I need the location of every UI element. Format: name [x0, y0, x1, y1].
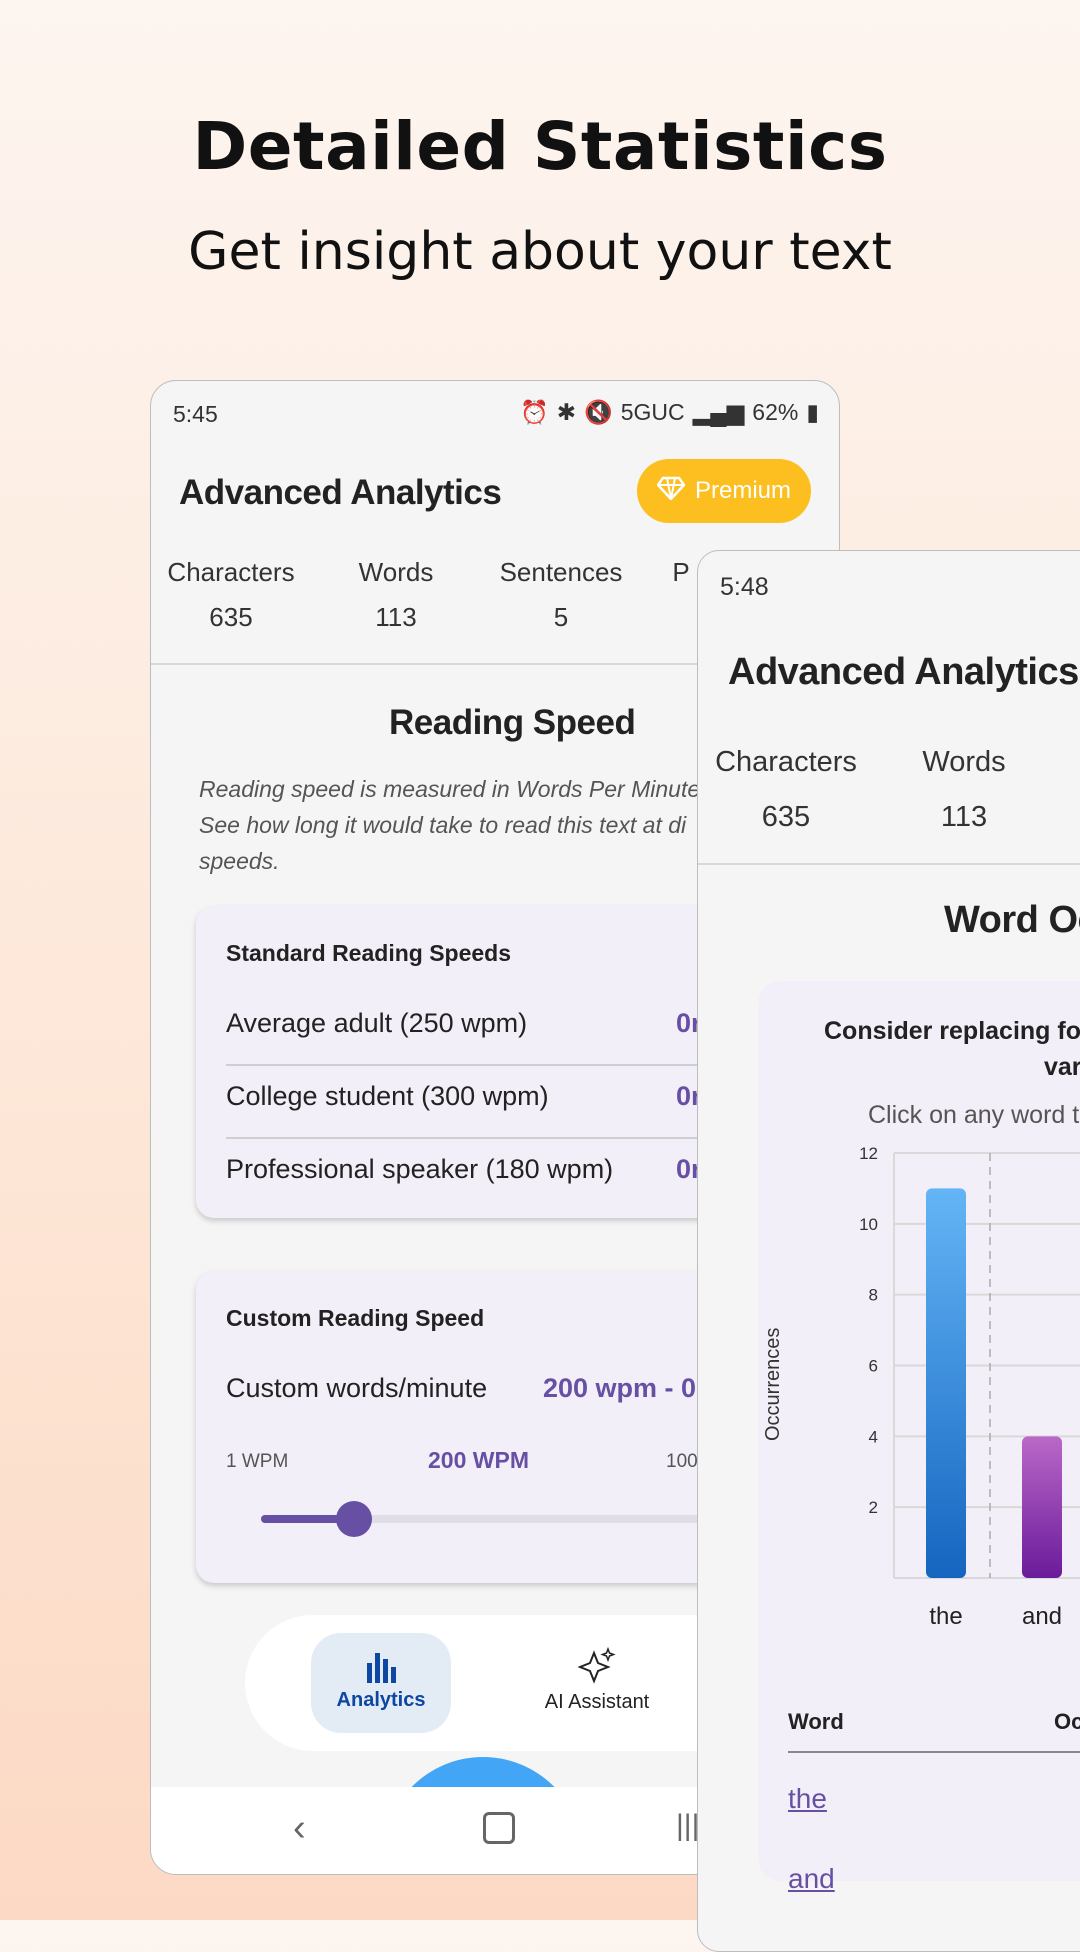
speed-label: Average adult (250 wpm): [226, 1008, 528, 1038]
battery-label: 62%: [752, 399, 799, 425]
nav-label: AI Assistant: [544, 1691, 650, 1713]
stat-value: 635: [761, 801, 811, 833]
app-title: Advanced Analytics: [179, 473, 502, 512]
app-title: Advanced Analytics: [728, 651, 1079, 693]
status-time: 5:45: [173, 401, 218, 427]
premium-label: Premium: [694, 477, 791, 504]
stat-label: Sentences: [499, 557, 623, 587]
recents-icon[interactable]: |||: [676, 1809, 699, 1843]
stat-words: Words 113: [311, 557, 481, 633]
status-time: 5:48: [720, 573, 769, 601]
phone-screen-word-occurrences: 5:48 Advanced Analytics Characters 635 W…: [697, 550, 1080, 1952]
card-title: Custom Reading Speed: [226, 1305, 485, 1331]
section-title: Word Oc: [944, 899, 1080, 941]
sparkles-icon: [527, 1646, 667, 1691]
y-tick-label: 2: [869, 1498, 878, 1517]
reading-speed-description: Reading speed is measured in Words Per M…: [199, 776, 707, 874]
word-link-and[interactable]: and: [788, 1863, 835, 1895]
custom-speed-value: 200 wpm - 0r: [543, 1373, 707, 1403]
x-tick-label: the: [929, 1603, 962, 1630]
word-occurrence-chart: 2 4 6 8 10 12 the and: [859, 1144, 1080, 1630]
slider-current-label: 200 WPM: [428, 1447, 529, 1473]
stats-row: Characters 635 Words 113 Sentences 5 P: [151, 557, 721, 633]
stat-label: Words: [358, 557, 434, 587]
nav-analytics[interactable]: Analytics: [311, 1633, 451, 1733]
stat-characters: Characters 635: [151, 557, 311, 633]
table-head-word: Word: [788, 1709, 844, 1734]
y-tick-label: 12: [859, 1144, 878, 1163]
stat-label: Words: [922, 746, 1006, 778]
bar-chart-icon: [311, 1649, 451, 1689]
back-icon[interactable]: ‹: [293, 1807, 306, 1850]
diamond-icon: [656, 476, 686, 507]
hero-title: Detailed Statistics: [192, 108, 888, 185]
y-axis-label: Occurrences: [762, 1327, 784, 1441]
stat-label: Characters: [167, 557, 295, 587]
status-bar: 5:45 ⏰ ✱ 🔇 5GUC ▂▄▆ 62% ▮: [151, 381, 839, 443]
network-label: 5GUC: [620, 399, 685, 425]
slider-max-label: 100: [666, 1451, 698, 1472]
speed-slider-thumb[interactable]: [336, 1501, 372, 1537]
stat-characters: Characters 635: [698, 746, 874, 834]
mute-icon: 🔇: [584, 399, 613, 425]
stat-value: 113: [940, 801, 988, 833]
table-head-occurrences: Oc: [1054, 1709, 1080, 1734]
custom-speed-label: Custom words/minute: [226, 1373, 488, 1403]
bar-the: [926, 1188, 966, 1578]
word-occurrence-card: Consider replacing foll vari Click on an…: [758, 981, 1080, 1881]
y-tick-label: 10: [859, 1215, 878, 1234]
signal-icon: ▂▄▆: [692, 399, 745, 425]
stat-value: 113: [375, 602, 417, 632]
slider-min-label: 1 WPM: [226, 1451, 289, 1472]
stat-label: Characters: [715, 746, 857, 778]
y-tick-label: 8: [869, 1286, 878, 1305]
card-title: Standard Reading Speeds: [226, 940, 512, 966]
nav-label: Analytics: [336, 1689, 426, 1711]
x-tick-label: and: [1022, 1603, 1062, 1630]
stat-value: 5: [553, 602, 569, 632]
hero-subtitle: Get insight about your text: [188, 222, 892, 282]
word-link-the[interactable]: the: [788, 1783, 827, 1815]
table-divider: [788, 1751, 1080, 1753]
status-icons: ⏰ ✱ 🔇 5GUC ▂▄▆ 62% ▮: [520, 399, 819, 426]
stat-value: 635: [209, 602, 253, 632]
stat-words: Words 113: [874, 746, 1054, 834]
section-title: Reading Speed: [389, 703, 636, 742]
battery-icon: ▮: [806, 399, 819, 425]
bluetooth-icon: ✱: [556, 399, 577, 425]
stat-sentences: Sentences 5: [481, 557, 641, 633]
speed-label: College student (300 wpm): [226, 1081, 549, 1111]
premium-button[interactable]: Premium: [637, 459, 811, 523]
speed-label: Professional speaker (180 wpm): [226, 1154, 614, 1184]
bar-and: [1022, 1436, 1062, 1578]
alarm-icon: ⏰: [520, 399, 549, 425]
y-tick-label: 6: [869, 1357, 878, 1376]
nav-ai-assistant[interactable]: AI Assistant: [527, 1633, 667, 1733]
divider: [698, 863, 1080, 865]
home-icon[interactable]: [483, 1812, 515, 1844]
y-tick-label: 4: [869, 1427, 878, 1446]
